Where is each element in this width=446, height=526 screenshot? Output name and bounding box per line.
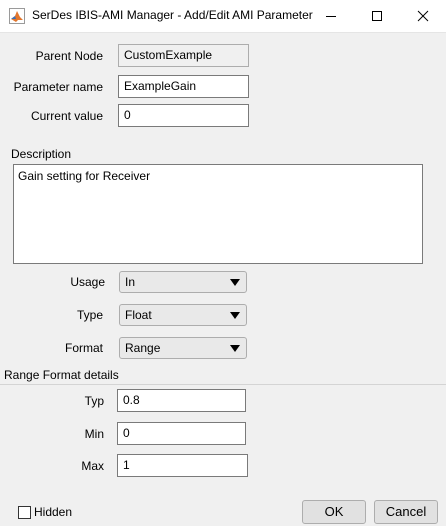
usage-label: Usage bbox=[70, 275, 105, 289]
window-title: SerDes IBIS-AMI Manager - Add/Edit AMI P… bbox=[32, 8, 313, 22]
range-format-heading: Range Format details bbox=[4, 368, 119, 382]
hidden-label: Hidden bbox=[34, 505, 73, 519]
format-label: Format bbox=[64, 341, 103, 355]
type-label: Type bbox=[76, 308, 103, 322]
format-value: Range bbox=[125, 341, 161, 355]
max-label: Max bbox=[81, 459, 104, 473]
usage-value: In bbox=[125, 275, 136, 289]
hidden-checkbox[interactable] bbox=[18, 506, 31, 519]
maximize-icon bbox=[372, 11, 382, 21]
description-textarea[interactable]: Gain setting for Receiver bbox=[13, 164, 423, 264]
current-value-input[interactable]: 0 bbox=[118, 104, 249, 127]
chevron-down-icon bbox=[230, 345, 240, 352]
type-dropdown[interactable]: Float bbox=[119, 304, 247, 326]
chevron-down-icon bbox=[230, 312, 240, 319]
parent-node-field: CustomExample bbox=[118, 44, 249, 67]
maximize-button[interactable] bbox=[354, 0, 400, 32]
section-divider bbox=[0, 384, 446, 385]
close-button[interactable] bbox=[400, 0, 446, 32]
parameter-name-input[interactable]: ExampleGain bbox=[118, 75, 249, 98]
typ-input[interactable]: 0.8 bbox=[117, 389, 246, 412]
parent-node-label: Parent Node bbox=[35, 49, 103, 63]
type-value: Float bbox=[125, 308, 152, 322]
usage-dropdown[interactable]: In bbox=[119, 271, 247, 293]
minimize-button[interactable] bbox=[308, 0, 354, 32]
title-bar: SerDes IBIS-AMI Manager - Add/Edit AMI P… bbox=[0, 0, 446, 33]
format-dropdown[interactable]: Range bbox=[119, 337, 247, 359]
current-value-label: Current value bbox=[30, 109, 103, 123]
minimize-icon bbox=[326, 16, 336, 17]
min-label: Min bbox=[84, 427, 104, 441]
ok-button[interactable]: OK bbox=[302, 500, 366, 524]
close-icon bbox=[417, 10, 429, 22]
matlab-logo-icon bbox=[9, 8, 25, 24]
max-input[interactable]: 1 bbox=[117, 454, 248, 477]
min-input[interactable]: 0 bbox=[117, 422, 246, 445]
parameter-name-label: Parameter name bbox=[13, 80, 103, 94]
cancel-button[interactable]: Cancel bbox=[374, 500, 438, 524]
chevron-down-icon bbox=[230, 279, 240, 286]
typ-label: Typ bbox=[84, 394, 104, 408]
description-label: Description bbox=[11, 147, 72, 161]
